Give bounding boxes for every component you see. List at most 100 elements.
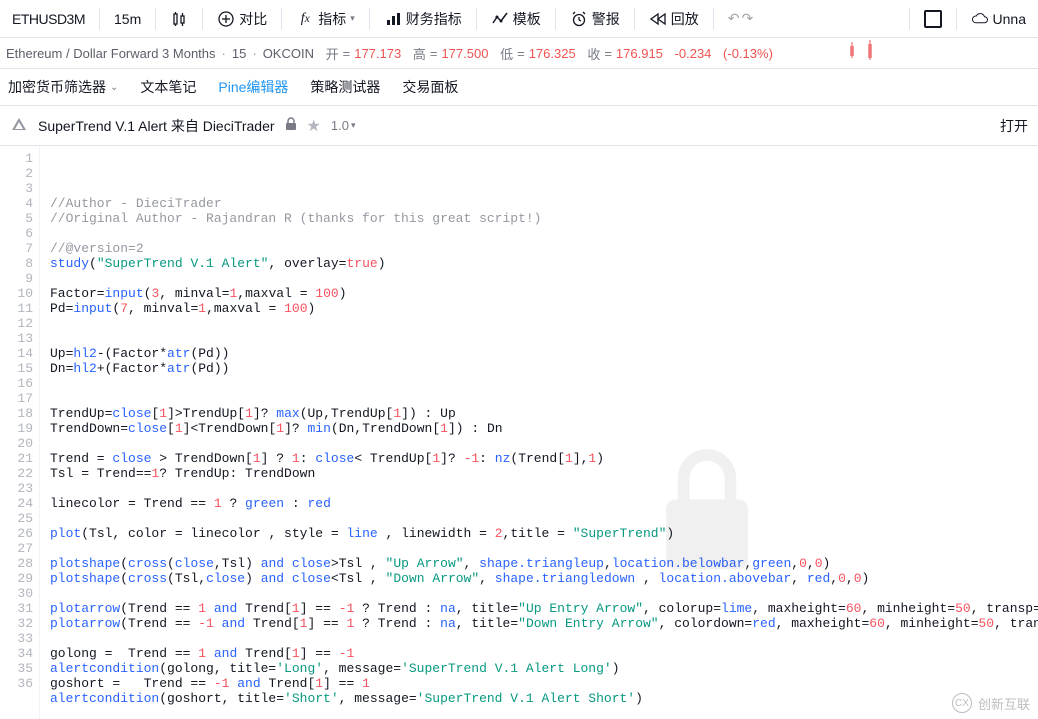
exchange-text: OKCOIN: [263, 46, 314, 61]
chart-style-button[interactable]: [162, 0, 196, 37]
compare-label: 对比: [239, 9, 267, 29]
line-number: 29: [0, 571, 33, 586]
line-number: 30: [0, 586, 33, 601]
code-line[interactable]: [50, 706, 1038, 719]
code-line[interactable]: Up=hl2-(Factor*atr(Pd)): [50, 346, 1038, 361]
compare-button[interactable]: 对比: [209, 0, 275, 37]
code-line[interactable]: Dn=hl2+(Factor*atr(Pd)): [50, 361, 1038, 376]
tab-notes[interactable]: 文本笔记: [140, 69, 196, 105]
line-number: 23: [0, 481, 33, 496]
tab-screener-label: 加密货币筛选器: [8, 77, 106, 97]
star-icon[interactable]: ★: [307, 116, 321, 136]
main-toolbar: ETHUSD3M 15m 对比 fx 指标 ▾ 财务指标 模板: [0, 0, 1038, 38]
rewind-icon: [649, 10, 667, 28]
plus-circle-icon: [217, 10, 235, 28]
open-label: 开: [326, 44, 339, 63]
line-number: 10: [0, 286, 33, 301]
code-line[interactable]: [50, 376, 1038, 391]
templates-label: 模板: [513, 9, 541, 29]
close-value: 176.915: [616, 46, 663, 61]
line-number: 3: [0, 181, 33, 196]
line-number: 22: [0, 466, 33, 481]
code-line[interactable]: Pd=input(7, minval=1,maxval = 100): [50, 301, 1038, 316]
line-number: 8: [0, 256, 33, 271]
brand-logo-icon: CX: [952, 693, 972, 713]
financials-label: 财务指标: [406, 9, 462, 29]
code-line[interactable]: [50, 541, 1038, 556]
tab-screener[interactable]: 加密货币筛选器 ⌄: [8, 69, 118, 105]
change-pct: (-0.13%): [723, 46, 773, 61]
code-line[interactable]: linecolor = Trend == 1 ? green : red: [50, 496, 1038, 511]
code-line[interactable]: [50, 226, 1038, 241]
line-number: 4: [0, 196, 33, 211]
line-number: 6: [0, 226, 33, 241]
symbol-info-bar: Ethereum / Dollar Forward 3 Months · 15 …: [0, 38, 1038, 68]
code-line[interactable]: //Author - DieciTrader: [50, 196, 1038, 211]
code-line[interactable]: golong = Trend == 1 and Trend[1] == -1: [50, 646, 1038, 661]
code-line[interactable]: [50, 391, 1038, 406]
code-line[interactable]: Tsl = Trend==1? TrendUp: TrendDown: [50, 466, 1038, 481]
code-line[interactable]: plotshape(cross(close,Tsl) and close>Tsl…: [50, 556, 1038, 571]
brand-text: 创新互联: [978, 694, 1030, 713]
interval-selector[interactable]: 15m: [106, 0, 149, 37]
replay-button[interactable]: 回放: [641, 0, 707, 37]
code-line[interactable]: [50, 331, 1038, 346]
redo-icon[interactable]: ↷: [742, 10, 754, 27]
code-line[interactable]: TrendDown=close[1]<TrendDown[1]? min(Dn,…: [50, 421, 1038, 436]
line-number: 36: [0, 676, 33, 691]
cloud-icon: [971, 10, 989, 28]
financials-button[interactable]: 财务指标: [376, 0, 470, 37]
tab-trading-panel[interactable]: 交易面板: [402, 69, 458, 105]
undo-redo[interactable]: ↶ ↷: [720, 0, 761, 37]
code-line[interactable]: alertcondition(goshort, title='Short', m…: [50, 691, 1038, 706]
line-number: 28: [0, 556, 33, 571]
symbol-selector[interactable]: ETHUSD3M: [4, 0, 93, 37]
code-line[interactable]: [50, 511, 1038, 526]
open-value: 177.173: [354, 46, 401, 61]
line-number: 7: [0, 241, 33, 256]
tab-strategy-tester[interactable]: 策略测试器: [310, 69, 380, 105]
code-line[interactable]: plotarrow(Trend == 1 and Trend[1] == -1 …: [50, 601, 1038, 616]
save-cloud-button[interactable]: Unna: [963, 0, 1034, 37]
change-value: -0.234: [675, 46, 712, 61]
code-line[interactable]: [50, 271, 1038, 286]
code-line[interactable]: study("SuperTrend V.1 Alert", overlay=tr…: [50, 256, 1038, 271]
code-area[interactable]: //Author - DieciTrader//Original Author …: [40, 146, 1038, 719]
code-line[interactable]: [50, 436, 1038, 451]
interval-text: 15: [232, 46, 246, 61]
line-number: 11: [0, 301, 33, 316]
alerts-button[interactable]: 警报: [562, 0, 628, 37]
line-number: 26: [0, 526, 33, 541]
code-line[interactable]: //@version=2: [50, 241, 1038, 256]
code-line[interactable]: [50, 631, 1038, 646]
code-line[interactable]: [50, 586, 1038, 601]
code-line[interactable]: goshort = Trend == -1 and Trend[1] == 1: [50, 676, 1038, 691]
code-line[interactable]: plotarrow(Trend == -1 and Trend[1] == 1 …: [50, 616, 1038, 631]
code-line[interactable]: plotshape(cross(Tsl,close) and close<Tsl…: [50, 571, 1038, 586]
code-line[interactable]: [50, 316, 1038, 331]
high-value: 177.500: [441, 46, 488, 61]
indicators-button[interactable]: fx 指标 ▾: [288, 0, 363, 37]
templates-icon: [491, 10, 509, 28]
templates-button[interactable]: 模板: [483, 0, 549, 37]
pine-editor: 1234567891011121314151617181920212223242…: [0, 146, 1038, 719]
line-number: 33: [0, 631, 33, 646]
line-number: 21: [0, 451, 33, 466]
line-number: 35: [0, 661, 33, 676]
open-button[interactable]: 打开: [1000, 116, 1028, 136]
code-line[interactable]: plot(Tsl, color = linecolor , style = li…: [50, 526, 1038, 541]
code-line[interactable]: alertcondition(golong, title='Long', mes…: [50, 661, 1038, 676]
code-line[interactable]: TrendUp=close[1]>TrendUp[1]? max(Up,Tren…: [50, 406, 1038, 421]
tab-pine-editor[interactable]: Pine编辑器: [218, 69, 288, 105]
alarm-icon: [570, 10, 588, 28]
code-line[interactable]: [50, 481, 1038, 496]
layout-button[interactable]: [916, 0, 950, 37]
code-line[interactable]: Trend = close > TrendDown[1] ? 1: close<…: [50, 451, 1038, 466]
chevron-down-icon: ▾: [350, 13, 355, 24]
code-line[interactable]: Factor=input(3, minval=1,maxval = 100): [50, 286, 1038, 301]
undo-icon[interactable]: ↶: [728, 10, 740, 27]
code-line[interactable]: //Original Author - Rajandran R (thanks …: [50, 211, 1038, 226]
line-number: 18: [0, 406, 33, 421]
bar-chart-icon: [384, 10, 402, 28]
version-selector[interactable]: 1.0 ▾: [331, 118, 356, 133]
